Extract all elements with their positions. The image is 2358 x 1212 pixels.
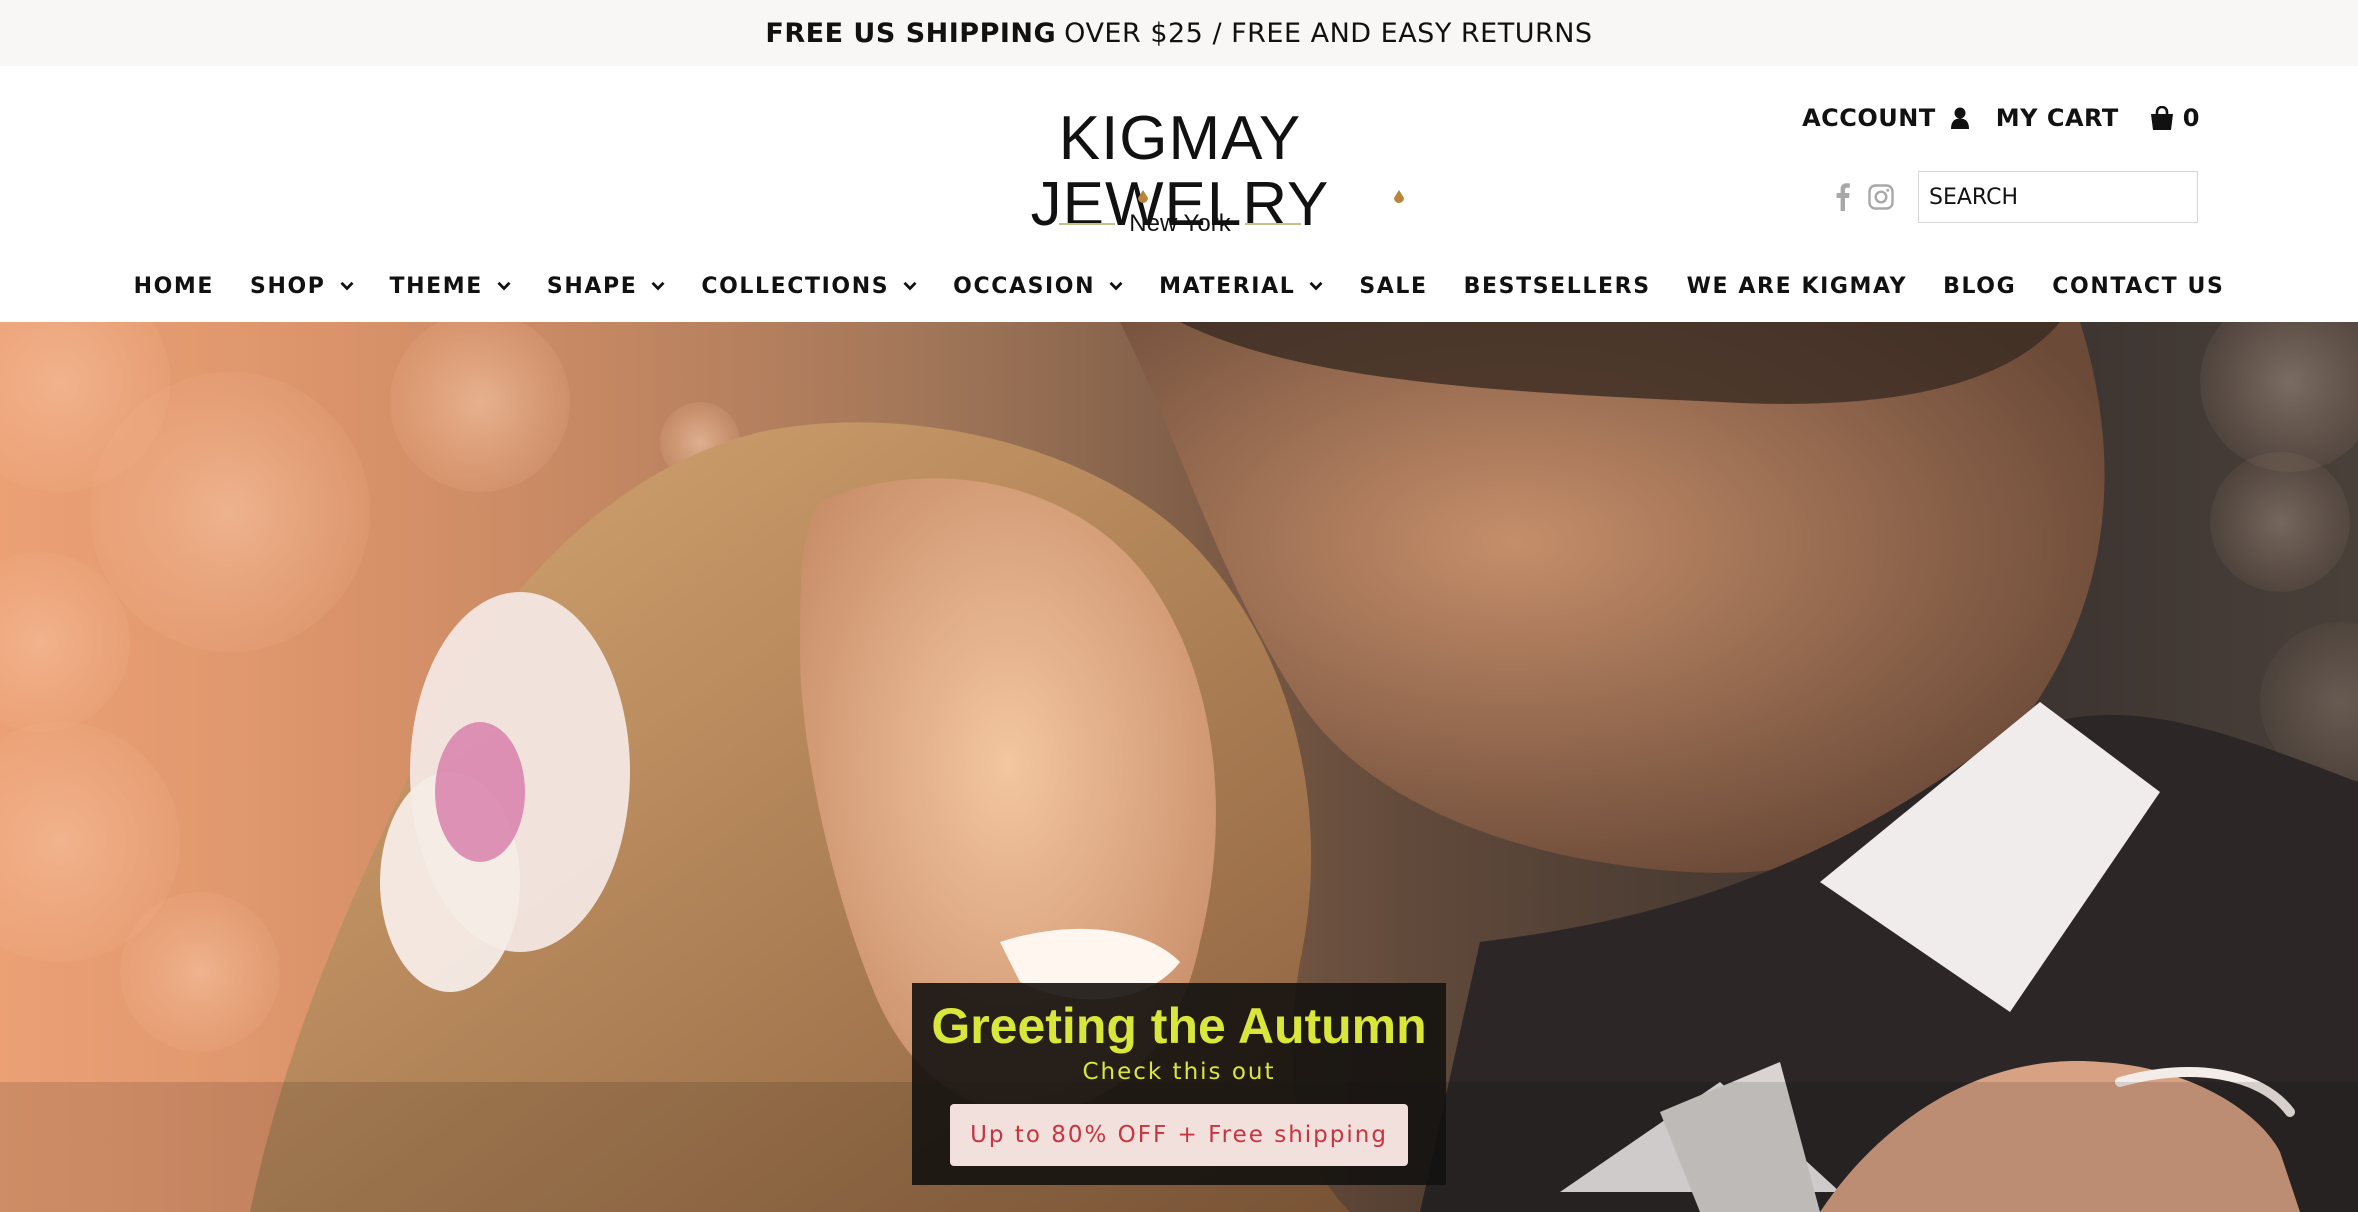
nav-item-label: HOME [133,273,215,299]
account-link[interactable]: ACCOUNT [1802,104,1970,132]
logo-gem-icon [1138,190,1148,203]
nav-item-blog[interactable]: BLOG [1943,274,2016,299]
announcement-bar: FREE US SHIPPING OVER $25 / FREE AND EAS… [0,0,2358,66]
cart-link[interactable]: MY CART 0 [1996,104,2200,132]
chevron-down-icon [340,281,354,291]
nav-item-label: BLOG [1943,273,2017,299]
cart-count: 0 [2182,104,2200,132]
site-logo[interactable]: KIGMAY JEWELRY New York [946,106,1414,238]
logo-divider [1059,223,1116,225]
nav-item-label: BESTSELLERS [1463,273,1651,299]
nav-item-label: WE ARE KIGMAY [1686,273,1908,299]
main-nav: HOME SHOP THEME SHAPE COLLECTIONS OCCASION MAT… [0,250,2358,322]
chevron-down-icon [1309,281,1323,291]
search-input[interactable] [1918,171,2198,223]
announcement-bold: FREE US SHIPPING [765,17,1057,49]
nav-item-we-are-kigmay[interactable]: WE ARE KIGMAY [1687,274,1907,299]
nav-item-label: THEME [389,273,483,299]
facebook-icon [1836,183,1850,211]
nav-item-shop[interactable]: SHOP [250,273,354,299]
header-links: ACCOUNT MY CART 0 [1802,104,2200,132]
facebook-link[interactable] [1836,183,1850,211]
social-search-row [1836,171,2198,223]
logo-subtitle: New York [1129,210,1231,237]
account-label: ACCOUNT [1802,104,1936,132]
nav-item-label: CONTACT US [2052,273,2225,299]
shopping-bag-icon [2150,106,2173,130]
chevron-down-icon [651,281,665,291]
logo-divider [1244,223,1301,225]
nav-item-contact-us[interactable]: CONTACT US [2052,274,2224,299]
nav-item-home[interactable]: HOME [134,274,214,299]
chevron-down-icon [497,281,511,291]
logo-gem-icon [1394,190,1404,203]
promo-title: Greeting the Autumn [931,998,1427,1054]
chevron-down-icon [903,281,917,291]
cart-label: MY CART [1995,104,2119,132]
nav-item-label: OCCASION [953,273,1096,299]
promo-box: Greeting the Autumn Check this out Up to… [912,983,1446,1185]
nav-item-material[interactable]: MATERIAL [1159,274,1323,299]
nav-item-bestsellers[interactable]: BESTSELLERS [1464,274,1651,299]
instagram-icon [1868,184,1894,210]
nav-item-label: COLLECTIONS [701,273,890,299]
nav-item-shape[interactable]: SHAPE [547,274,665,299]
nav-item-sale[interactable]: SALE [1359,274,1427,299]
nav-item-collections[interactable]: COLLECTIONS [701,274,917,299]
promo-subtitle: Check this out [1082,1059,1276,1085]
nav-item-theme[interactable]: THEME [390,274,511,299]
nav-item-label: SALE [1359,273,1428,299]
nav-item-label: SHOP [250,273,326,299]
user-icon [1950,107,1969,129]
nav-item-label: MATERIAL [1159,273,1296,299]
logo-subtitle-row: New York [946,208,1414,240]
nav-item-occasion[interactable]: OCCASION [953,274,1123,299]
chevron-down-icon [1109,281,1123,291]
announcement-text: OVER $25 / FREE AND EASY RETURNS [1064,17,1593,49]
nav-item-label: SHAPE [546,273,638,299]
instagram-link[interactable] [1868,184,1894,210]
promo-button[interactable]: Up to 80% OFF + Free shipping [950,1104,1408,1166]
